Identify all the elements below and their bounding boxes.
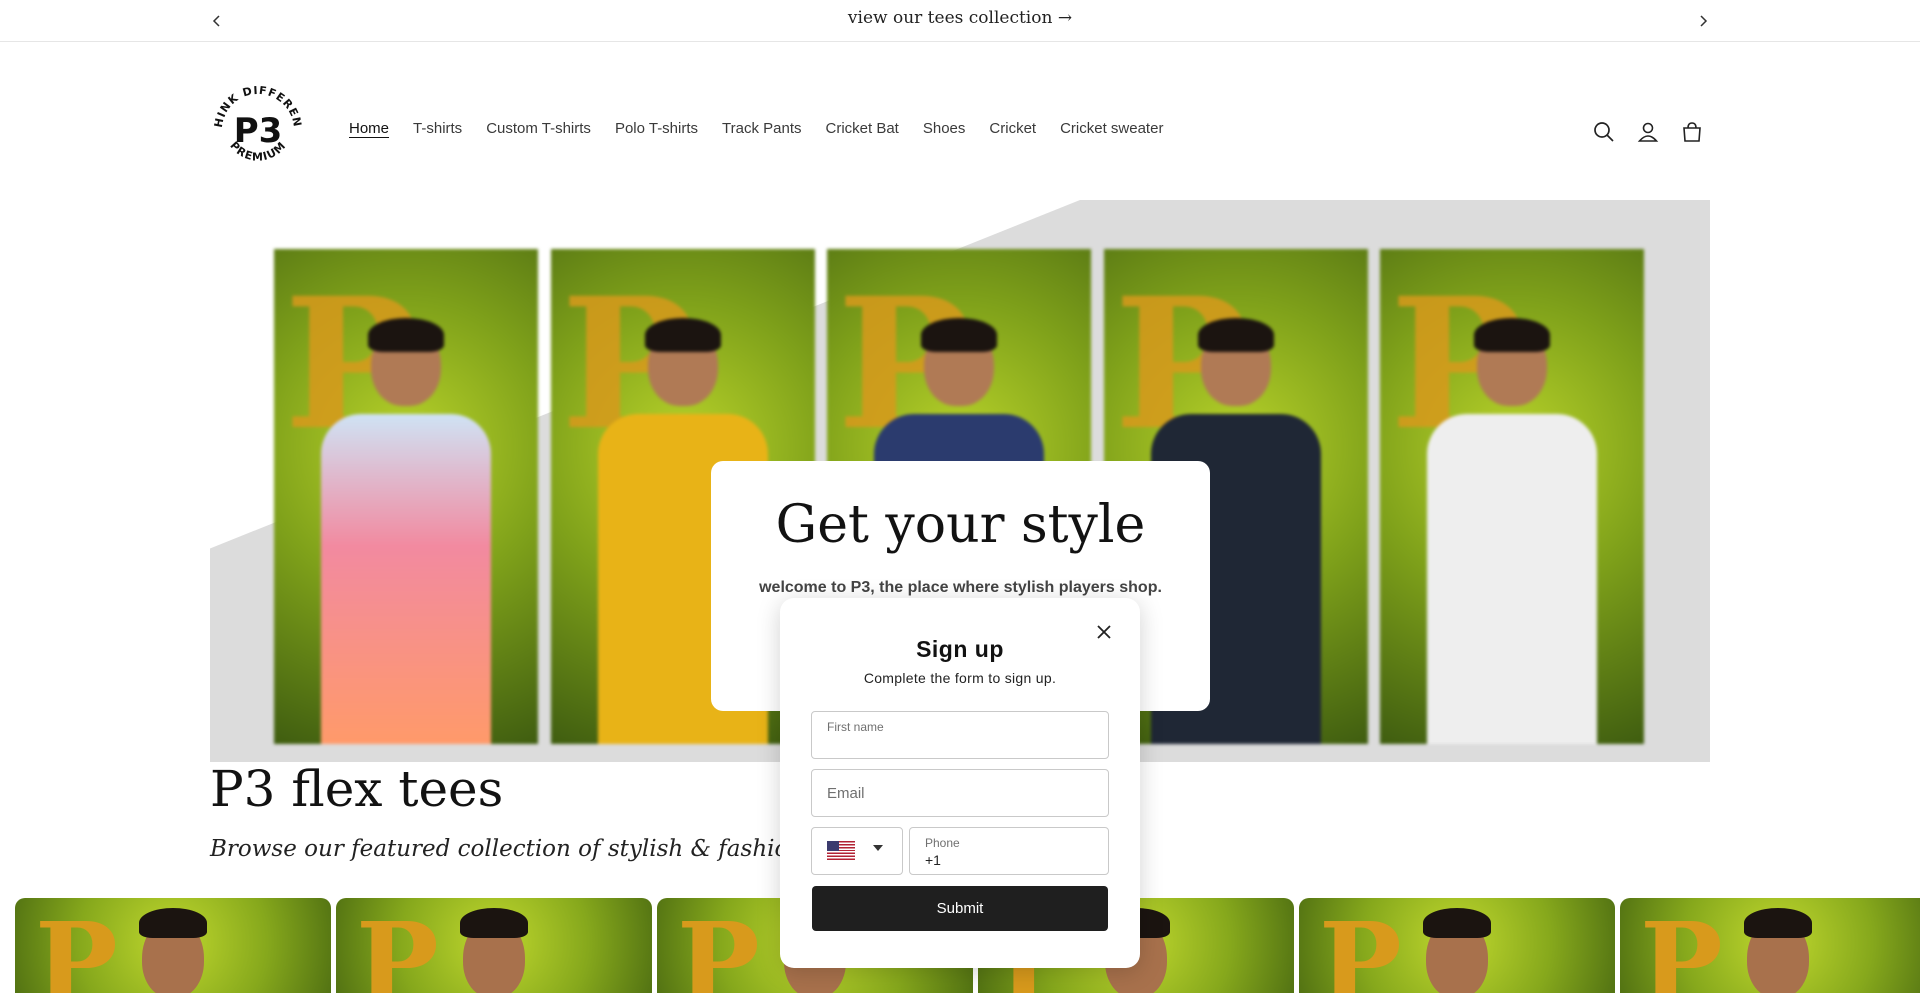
nav-item-cricket-sweater[interactable]: Cricket sweater <box>1060 120 1163 137</box>
hero-photo-5: P <box>1380 249 1644 744</box>
first-name-field[interactable]: First name <box>811 711 1109 759</box>
nav-item-polo-tshirts[interactable]: Polo T-shirts <box>615 120 698 137</box>
first-name-label: First name <box>827 720 884 734</box>
us-flag-icon <box>827 841 855 860</box>
collection-title: P3 flex tees <box>210 760 504 818</box>
nav-item-shoes[interactable]: Shoes <box>923 120 966 137</box>
cart-icon[interactable] <box>1678 118 1706 146</box>
email-field[interactable]: Email <box>811 769 1109 817</box>
product-card[interactable]: P <box>1620 898 1920 993</box>
main-nav: Home T-shirts Custom T-shirts Polo T-shi… <box>349 120 1187 137</box>
phone-field[interactable]: Phone +1 <box>909 827 1109 875</box>
nav-item-home[interactable]: Home <box>349 120 389 137</box>
phone-value: +1 <box>925 852 941 868</box>
brand-logo[interactable]: THINK DIFFERENT PREMIUM P3 <box>206 72 306 178</box>
hero-photo-1: P <box>274 249 538 744</box>
product-card[interactable]: P <box>15 898 331 993</box>
nav-item-cricket[interactable]: Cricket <box>989 120 1036 137</box>
nav-item-custom-tshirts[interactable]: Custom T-shirts <box>486 120 591 137</box>
search-icon[interactable] <box>1590 118 1618 146</box>
signup-title: Sign up <box>916 636 1004 662</box>
chevron-right-icon[interactable] <box>1692 10 1714 32</box>
signup-subtitle: Complete the form to sign up. <box>863 670 1057 686</box>
email-placeholder: Email <box>827 785 865 802</box>
hero-title: Get your style <box>775 495 1146 555</box>
account-icon[interactable] <box>1634 118 1662 146</box>
phone-label: Phone <box>925 836 960 850</box>
site-header: THINK DIFFERENT PREMIUM P3 Home T-shirts… <box>0 42 1920 200</box>
signup-modal: Sign up Complete the form to sign up. Fi… <box>780 598 1140 968</box>
product-card[interactable]: P <box>1299 898 1615 993</box>
collection-subtitle: Browse our featured collection of stylis… <box>210 836 870 862</box>
announcement-link[interactable]: view our tees collection → <box>0 8 1920 28</box>
submit-button[interactable]: Submit <box>812 886 1108 931</box>
nav-item-cricket-bat[interactable]: Cricket Bat <box>826 120 899 137</box>
hero-subtitle: welcome to P3, the place where stylish p… <box>759 579 1162 596</box>
chevron-down-icon <box>873 845 883 851</box>
nav-item-track-pants[interactable]: Track Pants <box>722 120 801 137</box>
announcement-bar: view our tees collection → <box>0 0 1920 42</box>
logo-mark: P3 <box>234 111 283 151</box>
country-select[interactable] <box>811 827 903 875</box>
product-card[interactable]: P <box>336 898 652 993</box>
nav-item-tshirts[interactable]: T-shirts <box>413 120 462 137</box>
